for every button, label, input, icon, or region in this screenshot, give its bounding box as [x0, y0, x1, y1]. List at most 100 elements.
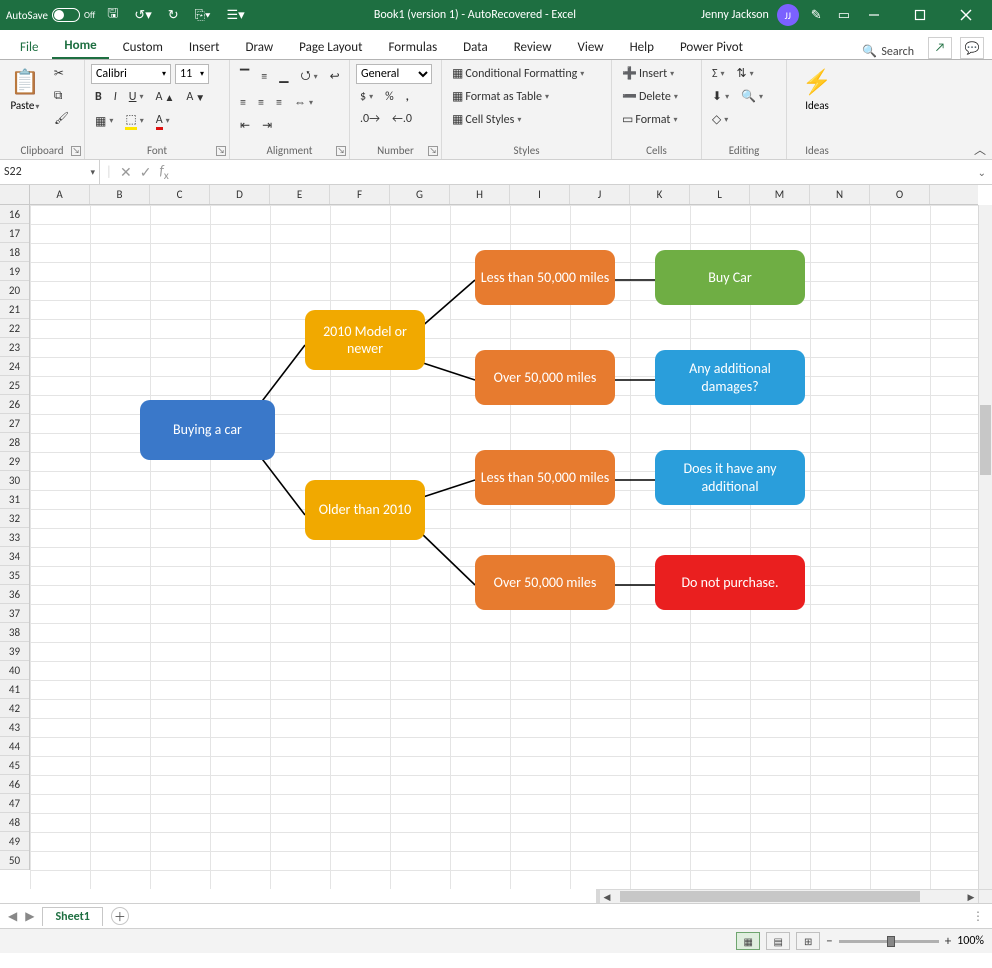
- tab-home[interactable]: Home: [52, 34, 108, 59]
- dialog-launcher-icon[interactable]: ↘: [428, 146, 438, 156]
- ribbon-display-icon[interactable]: ▭: [834, 6, 854, 25]
- col-header[interactable]: O: [870, 185, 930, 204]
- tab-data[interactable]: Data: [451, 36, 500, 59]
- font-color-button[interactable]: A: [152, 111, 174, 132]
- tab-custom[interactable]: Custom: [111, 36, 175, 59]
- row-header[interactable]: 17: [0, 224, 29, 243]
- col-header[interactable]: H: [450, 185, 510, 204]
- undo-icon[interactable]: ↺▾: [130, 6, 155, 25]
- diagram-node-over1[interactable]: Over 50,000 miles: [475, 350, 615, 405]
- save-icon[interactable]: 🖫: [103, 2, 122, 28]
- diagram-node-2010-newer[interactable]: 2010 Model or newer: [305, 310, 425, 370]
- clear-button[interactable]: ◇: [708, 110, 732, 129]
- bold-button[interactable]: B: [91, 88, 106, 106]
- format-painter-button[interactable]: 🖌: [50, 109, 73, 128]
- row-header[interactable]: 26: [0, 395, 29, 414]
- tab-page-layout[interactable]: Page Layout: [287, 36, 374, 59]
- decrease-indent-button[interactable]: ⇤: [236, 116, 254, 135]
- increase-decimal-button[interactable]: .0→: [356, 110, 384, 128]
- scroll-left-icon[interactable]: ◀: [600, 890, 614, 903]
- diagram-node-less1[interactable]: Less than 50,000 miles: [475, 250, 615, 305]
- align-center-button[interactable]: ≡: [254, 94, 268, 112]
- row-header[interactable]: 45: [0, 756, 29, 775]
- font-name-select[interactable]: Calibri▾: [91, 64, 171, 84]
- sheet-nav-prev-icon[interactable]: ◀: [8, 909, 17, 924]
- add-sheet-button[interactable]: ＋: [111, 907, 129, 925]
- tab-power-pivot[interactable]: Power Pivot: [668, 36, 755, 59]
- row-header[interactable]: 46: [0, 775, 29, 794]
- tab-formulas[interactable]: Formulas: [376, 36, 449, 59]
- fx-icon[interactable]: fx: [159, 162, 168, 183]
- collapse-ribbon-button[interactable]: ︿: [974, 141, 986, 158]
- align-middle-button[interactable]: ≡: [257, 68, 271, 86]
- decrease-decimal-button[interactable]: ←.0: [388, 110, 416, 128]
- row-header[interactable]: 29: [0, 452, 29, 471]
- row-header[interactable]: 16: [0, 205, 29, 224]
- col-header[interactable]: N: [810, 185, 870, 204]
- align-top-button[interactable]: ▔: [236, 67, 253, 86]
- shrink-font-button[interactable]: A▼: [182, 88, 209, 106]
- comma-format-button[interactable]: ,: [402, 88, 413, 106]
- col-header[interactable]: A: [30, 185, 90, 204]
- row-header[interactable]: 44: [0, 737, 29, 756]
- row-header[interactable]: 27: [0, 414, 29, 433]
- comments-button[interactable]: 💬: [960, 37, 984, 59]
- search-box[interactable]: 🔍 Search: [862, 44, 914, 59]
- autosave-switch[interactable]: [52, 8, 80, 22]
- row-header[interactable]: 34: [0, 547, 29, 566]
- col-header[interactable]: J: [570, 185, 630, 204]
- dialog-launcher-icon[interactable]: ↘: [336, 146, 346, 156]
- col-header[interactable]: G: [390, 185, 450, 204]
- tab-insert[interactable]: Insert: [177, 36, 232, 59]
- format-as-table-button[interactable]: ▦Format as Table: [448, 87, 605, 106]
- row-header[interactable]: 18: [0, 243, 29, 262]
- row-header[interactable]: 24: [0, 357, 29, 376]
- insert-cells-button[interactable]: ➕Insert: [618, 64, 695, 83]
- sheet-tab-1[interactable]: Sheet1: [42, 907, 102, 926]
- wrap-text-button[interactable]: ↩: [326, 67, 344, 86]
- row-header[interactable]: 39: [0, 642, 29, 661]
- paste-button[interactable]: 📋 Paste: [6, 64, 44, 116]
- diagram-node-root[interactable]: Buying a car: [140, 400, 275, 460]
- autosave-toggle[interactable]: AutoSave Off: [6, 8, 95, 22]
- fill-button[interactable]: ⬇: [708, 87, 733, 106]
- row-header[interactable]: 25: [0, 376, 29, 395]
- number-format-select[interactable]: General: [356, 64, 432, 84]
- borders-button[interactable]: ▦: [91, 112, 117, 131]
- accounting-format-button[interactable]: $: [356, 88, 377, 106]
- tab-draw[interactable]: Draw: [233, 36, 285, 59]
- vertical-scrollbar[interactable]: [978, 205, 992, 889]
- orientation-button[interactable]: ⭯: [296, 64, 321, 89]
- align-left-button[interactable]: ≡: [236, 94, 250, 112]
- align-bottom-button[interactable]: ▁: [275, 67, 292, 86]
- cancel-formula-icon[interactable]: ✕: [120, 164, 132, 181]
- dialog-launcher-icon[interactable]: ↘: [71, 146, 81, 156]
- tab-review[interactable]: Review: [502, 36, 564, 59]
- horizontal-scrollbar[interactable]: ◀ ▶: [600, 889, 978, 903]
- col-header[interactable]: C: [150, 185, 210, 204]
- zoom-out-button[interactable]: −: [826, 934, 832, 949]
- col-header[interactable]: M: [750, 185, 810, 204]
- page-break-view-button[interactable]: ⊞: [796, 932, 820, 950]
- row-header[interactable]: 19: [0, 262, 29, 281]
- minimize-button[interactable]: [854, 1, 894, 29]
- format-cells-button[interactable]: ▭Format: [618, 110, 695, 129]
- row-header[interactable]: 48: [0, 813, 29, 832]
- tab-help[interactable]: Help: [618, 36, 666, 59]
- maximize-button[interactable]: [900, 1, 940, 29]
- col-header[interactable]: B: [90, 185, 150, 204]
- diagram-node-less2[interactable]: Less than 50,000 miles: [475, 450, 615, 505]
- row-header[interactable]: 37: [0, 604, 29, 623]
- quickaccess-icon[interactable]: ⎘▾: [191, 6, 215, 25]
- copy-button[interactable]: ⧉: [50, 87, 73, 105]
- conditional-formatting-button[interactable]: ▦Conditional Formatting: [448, 64, 605, 83]
- zoom-in-button[interactable]: +: [945, 934, 951, 949]
- enter-formula-icon[interactable]: ✓: [140, 164, 152, 181]
- row-header[interactable]: 49: [0, 832, 29, 851]
- row-header[interactable]: 47: [0, 794, 29, 813]
- row-header[interactable]: 23: [0, 338, 29, 357]
- cell-styles-button[interactable]: ▦Cell Styles: [448, 110, 605, 129]
- redo-icon[interactable]: ↻: [164, 6, 183, 25]
- tab-view[interactable]: View: [566, 36, 616, 59]
- zoom-percent[interactable]: 100%: [957, 934, 984, 948]
